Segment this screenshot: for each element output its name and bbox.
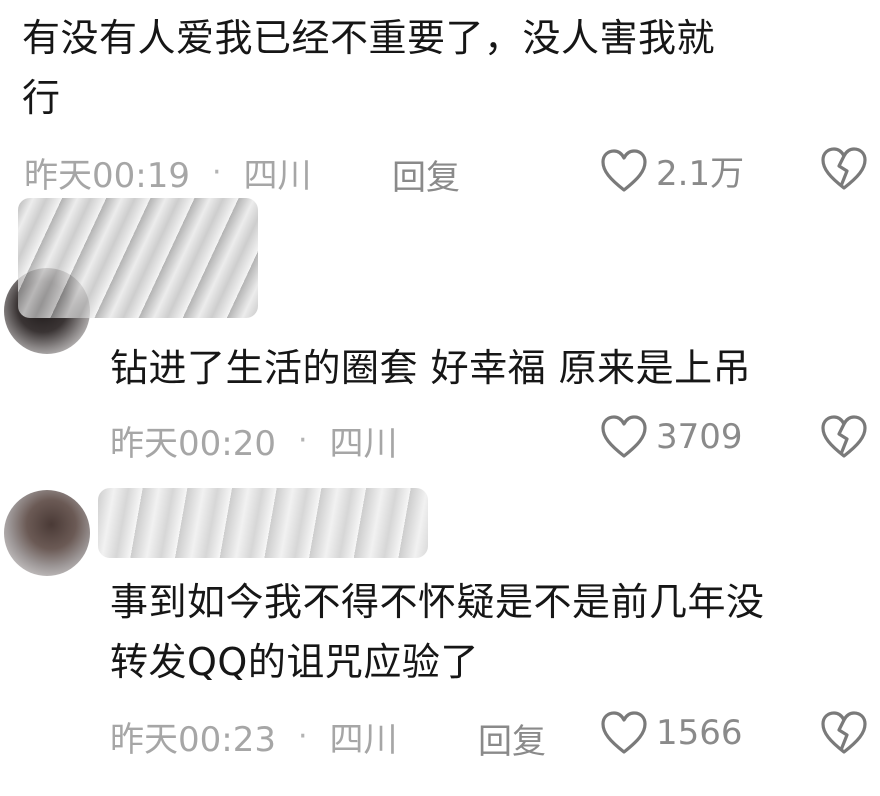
comment-1-dot: ·: [211, 154, 222, 190]
comment-2-username-blurred[interactable]: [18, 198, 258, 318]
comment-1-reply-button[interactable]: 回复: [392, 150, 460, 199]
heart-outline-icon: [601, 415, 647, 458]
comment-3-location: 四川: [329, 719, 398, 760]
comment-1-time: 昨天00:19: [24, 155, 190, 196]
comment-2-text: 钻进了生活的圈套 好幸福 原来是上吊: [110, 346, 752, 390]
comment-2-like-count: 3709: [656, 417, 743, 457]
comment-2-location: 四川: [329, 423, 398, 464]
comment-1-location: 四川: [243, 155, 312, 196]
comment-1-meta: 昨天00:19 · 四川: [24, 150, 312, 196]
comment-2-dislike-button[interactable]: [820, 414, 868, 464]
comment-2-meta: 昨天00:20 · 四川: [110, 418, 398, 464]
comment-2-time: 昨天00:20: [110, 423, 276, 464]
comment-3-like-count: 1566: [656, 713, 743, 753]
comment-1-like-count: 2.1万: [656, 154, 745, 194]
comment-3-text: 事到如今我不得不怀疑是不是前几年没 转发QQ的诅咒应验了: [110, 580, 765, 684]
comment-3-dot: ·: [297, 718, 308, 754]
comment-2-dot: ·: [297, 422, 308, 458]
comment-2-like-button[interactable]: 3709: [600, 414, 743, 460]
comment-3-reply-button[interactable]: 回复: [478, 714, 546, 763]
broken-heart-icon: [821, 711, 867, 754]
comment-3-meta: 昨天00:23 · 四川: [110, 714, 398, 760]
comment-3-dislike-button[interactable]: [820, 710, 868, 760]
broken-heart-icon: [821, 415, 867, 458]
comment-1-dislike-button[interactable]: [820, 146, 868, 196]
heart-outline-icon: [601, 711, 647, 754]
comment-3-username-blurred[interactable]: [98, 488, 428, 558]
comment-3-avatar[interactable]: [4, 490, 90, 576]
comment-1-text: 有没有人爱我已经不重要了，没人害我就 行: [22, 16, 716, 120]
comment-3-like-button[interactable]: 1566: [600, 710, 743, 756]
heart-outline-icon: [601, 148, 647, 192]
broken-heart-icon: [821, 147, 867, 190]
comment-1-like-button[interactable]: 2.1万: [600, 146, 744, 195]
comment-3-time: 昨天00:23: [110, 719, 276, 760]
